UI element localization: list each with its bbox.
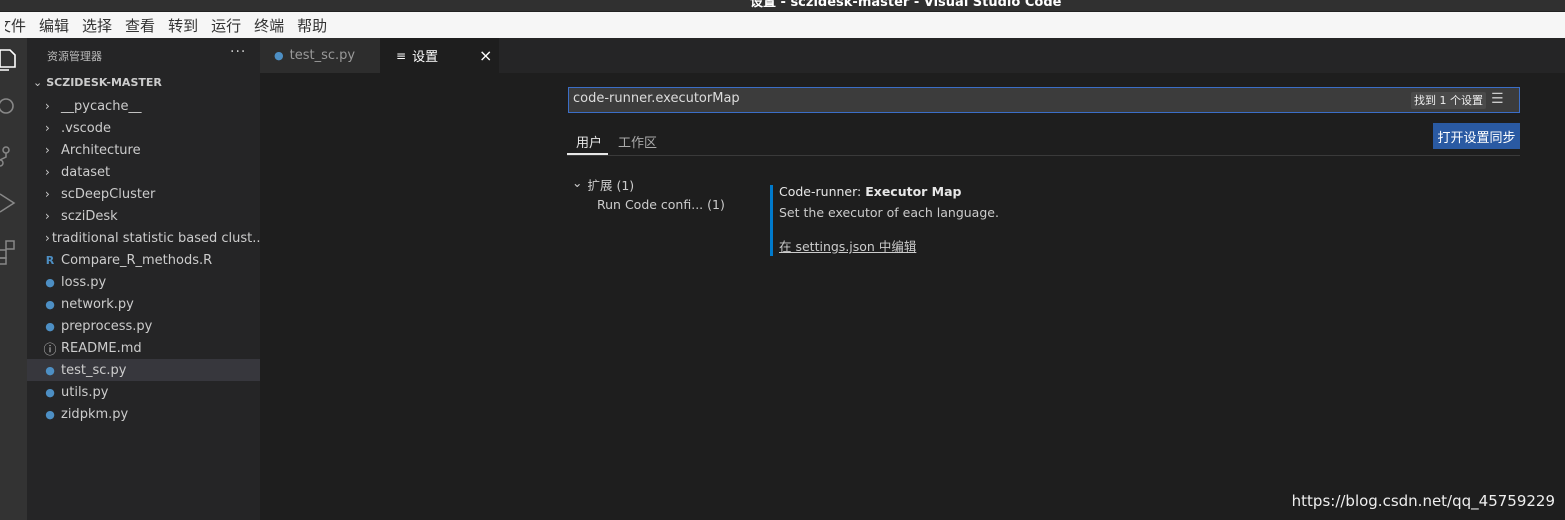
menu-run[interactable]: 运行 [211, 15, 241, 36]
close-icon[interactable]: × [479, 46, 492, 65]
setting-name: Executor Map [865, 184, 962, 199]
folder-item[interactable]: › traditional statistic based clust... [27, 227, 260, 249]
tab-label: test_sc.py [289, 48, 356, 63]
menu-file[interactable]: 文件 [5, 15, 26, 36]
setting-title: Code-runner: Executor Map [779, 184, 962, 199]
chevron-right-icon: › [45, 187, 50, 201]
explorer-sidebar: 资源管理器 ··· ⌄ SCZIDESK-MASTER › __pycache__ ›… [27, 38, 260, 520]
file-item[interactable]: ● loss.py [27, 271, 260, 293]
file-item[interactable]: R Compare_R_methods.R [27, 249, 260, 271]
run-debug-icon[interactable] [0, 190, 18, 216]
menu-terminal[interactable]: 终端 [254, 15, 284, 36]
item-label: scziDesk [61, 208, 118, 224]
explorer-icon[interactable] [0, 48, 18, 74]
menu-edit[interactable]: 编辑 [39, 15, 69, 36]
menu-help[interactable]: 帮助 [297, 15, 327, 36]
menu-selection[interactable]: 选择 [82, 15, 112, 36]
tab-workspace[interactable]: 工作区 [618, 132, 657, 151]
source-control-icon[interactable] [0, 143, 18, 169]
item-label: zidpkm.py [61, 406, 129, 422]
toc-extensions[interactable]: ⌄ 扩展 (1) [572, 175, 634, 194]
results-count-badge: 找到 1 个设置 [1411, 92, 1486, 109]
python-icon: ● [274, 49, 284, 62]
window-title: 设置 - sczidesk-master - Visual Studio Cod… [750, 0, 1062, 10]
settings-search-input[interactable] [573, 91, 1373, 106]
item-label: README.md [61, 340, 142, 356]
item-label: network.py [61, 296, 134, 312]
folder-item[interactable]: › dataset [27, 161, 260, 183]
toc-run-code[interactable]: Run Code confi... (1) [597, 197, 725, 212]
clear-filter-icon[interactable]: ☰ [1491, 91, 1504, 107]
file-item[interactable]: ● preprocess.py [27, 315, 260, 337]
python-icon: ● [45, 407, 55, 421]
settings-search[interactable]: 找到 1 个设置 ☰ [568, 87, 1520, 113]
item-label: scDeepCluster [61, 186, 156, 202]
python-icon: ● [45, 363, 55, 377]
setting-category: Code-runner: [779, 184, 866, 199]
item-label: Compare_R_methods.R [61, 252, 213, 268]
search-icon[interactable] [0, 94, 18, 118]
folder-item[interactable]: › scziDesk [27, 205, 260, 227]
turn-on-settings-sync-button[interactable]: 打开设置同步 [1433, 123, 1520, 149]
item-label: utils.py [61, 384, 109, 400]
item-label: .vscode [61, 120, 111, 136]
folder-item[interactable]: › scDeepCluster [27, 183, 260, 205]
title-bar: 设置 - sczidesk-master - Visual Studio Cod… [0, 0, 1565, 12]
file-item[interactable]: ⓘ README.md [27, 337, 260, 359]
python-icon: ● [45, 297, 55, 311]
item-label: traditional statistic based clust... [51, 230, 260, 246]
chevron-right-icon: › [45, 209, 50, 223]
tab-test-sc[interactable]: ● test_sc.py [260, 38, 380, 73]
editor-tabs: ● test_sc.py ≡ 设置 × [260, 38, 1565, 73]
r-file-icon: R [45, 253, 55, 267]
python-icon: ● [45, 319, 55, 333]
chevron-down-icon: ⌄ [572, 175, 583, 190]
activity-bar [0, 38, 27, 520]
tab-user[interactable]: 用户 [576, 132, 602, 151]
file-item[interactable]: ● test_sc.py [27, 359, 260, 381]
workspace-folder[interactable]: ⌄ SCZIDESK-MASTER [33, 76, 162, 89]
chevron-right-icon: › [45, 143, 50, 157]
settings-editor-icon: ≡ [396, 48, 407, 63]
edit-in-settings-json-link[interactable]: 在 settings.json 中编辑 [779, 236, 916, 255]
chevron-down-icon: ⌄ [33, 76, 43, 89]
item-label: loss.py [61, 274, 107, 290]
item-label: Architecture [61, 142, 141, 158]
setting-description: Set the executor of each language. [779, 205, 999, 220]
item-label: __pycache__ [61, 98, 142, 114]
watermark: https://blog.csdn.net/qq_45759229 [1291, 492, 1555, 510]
divider [567, 155, 1520, 156]
chevron-right-icon: › [45, 99, 50, 113]
more-actions-button[interactable]: ··· [230, 44, 246, 60]
toc-label: 扩展 (1) [587, 178, 635, 193]
file-item[interactable]: ● network.py [27, 293, 260, 315]
extensions-icon[interactable] [0, 238, 18, 266]
chevron-right-icon: › [45, 121, 50, 135]
folder-item[interactable]: › Architecture [27, 139, 260, 161]
file-item[interactable]: ● zidpkm.py [27, 403, 260, 425]
item-label: dataset [61, 164, 111, 180]
folder-item[interactable]: › .vscode [27, 117, 260, 139]
setting-focus-bar [770, 185, 773, 256]
python-icon: ● [45, 275, 55, 289]
chevron-right-icon: › [45, 231, 50, 245]
item-label: test_sc.py [61, 362, 127, 378]
python-icon: ● [45, 385, 55, 399]
tab-label: 设置 [412, 50, 439, 65]
chevron-right-icon: › [45, 165, 50, 179]
menu-go[interactable]: 转到 [168, 15, 198, 36]
item-label: preprocess.py [61, 318, 153, 334]
info-icon: ⓘ [43, 342, 57, 358]
menu-bar: 文件 编辑 选择 查看 转到 运行 终端 帮助 [0, 12, 1565, 38]
folder-name: SCZIDESK-MASTER [46, 76, 162, 89]
folder-item[interactable]: › __pycache__ [27, 95, 260, 117]
menu-view[interactable]: 查看 [125, 15, 155, 36]
file-item[interactable]: ● utils.py [27, 381, 260, 403]
tab-settings[interactable]: ≡ 设置 × [380, 38, 499, 73]
explorer-title: 资源管理器 [47, 50, 102, 63]
